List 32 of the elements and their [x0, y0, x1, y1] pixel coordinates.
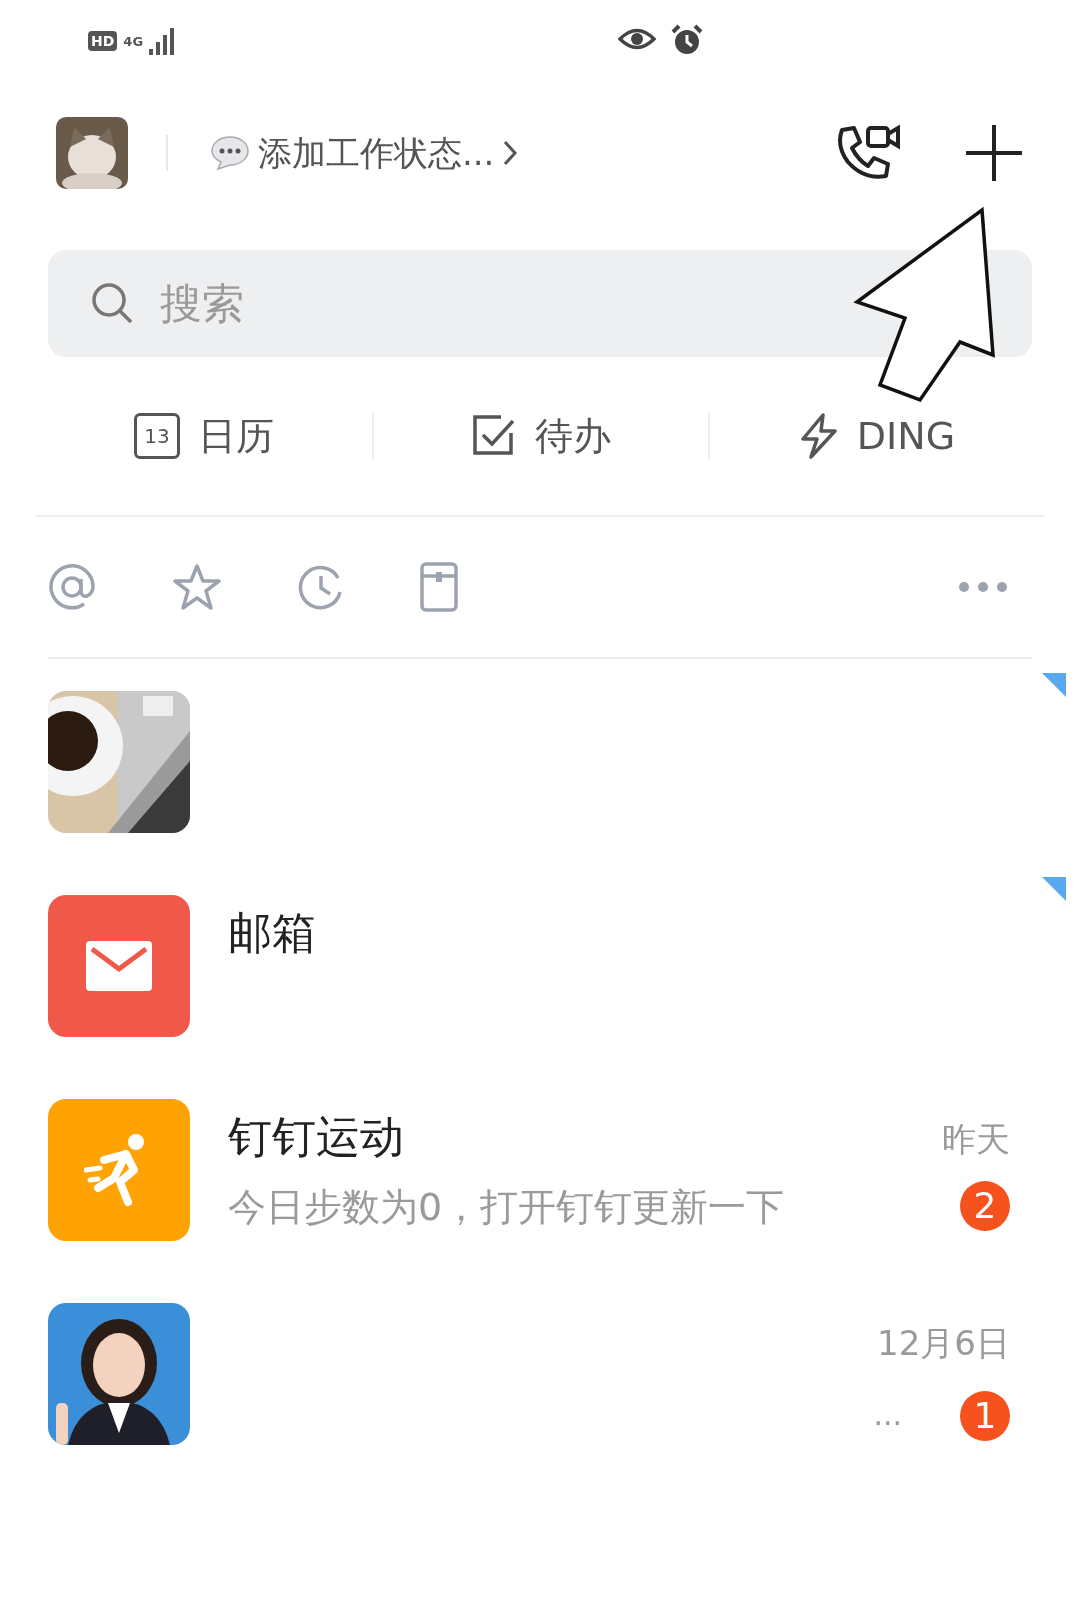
signal-icon: [149, 27, 176, 55]
chat-row[interactable]: 邮箱: [0, 873, 1080, 1077]
clock-icon[interactable]: [298, 564, 344, 610]
at-sign-icon[interactable]: [48, 563, 96, 611]
chevron-right-icon: [502, 139, 519, 167]
bookmark-card-icon[interactable]: [420, 562, 458, 612]
more-icon[interactable]: [958, 581, 1008, 593]
chat-time: 12月6日: [877, 1323, 1010, 1363]
star-icon[interactable]: [172, 563, 222, 611]
search-icon: [90, 281, 134, 325]
search-field[interactable]: 搜索: [48, 250, 1032, 357]
chat-name: 钉钉运动: [228, 1110, 405, 1164]
chat-row[interactable]: 钉钉运动 今日步数为0，打开钉钉更新一下 昨天 2: [0, 1077, 1080, 1281]
hd-icon: HD: [88, 31, 118, 51]
alarm-icon: [670, 24, 704, 56]
calendar-day: 13: [144, 426, 170, 446]
message-preview: 今日步数为0，打开钉钉更新一下: [228, 1184, 786, 1231]
shortcut-tab[interactable]: 待办: [374, 407, 708, 465]
network-label: 4G: [123, 34, 144, 48]
work-status-button[interactable]: 添加工作状态...: [210, 127, 519, 179]
unread-badge: 1: [960, 1390, 1010, 1441]
message-preview: ···: [873, 1405, 902, 1443]
shortcut-tab[interactable]: DING: [710, 407, 1044, 465]
chat-time: 昨天: [942, 1119, 1010, 1159]
work-status-label: 添加工作状态...: [258, 131, 495, 175]
plus-icon[interactable]: [964, 123, 1024, 183]
envelope-icon: [86, 941, 152, 991]
chat-name: 邮箱: [228, 906, 317, 960]
shortcut-tab[interactable]: 13 日历: [36, 407, 372, 465]
unread-badge: 2: [960, 1181, 1010, 1231]
chat-bubble-icon: [210, 135, 250, 171]
lightning-icon: [798, 413, 839, 459]
